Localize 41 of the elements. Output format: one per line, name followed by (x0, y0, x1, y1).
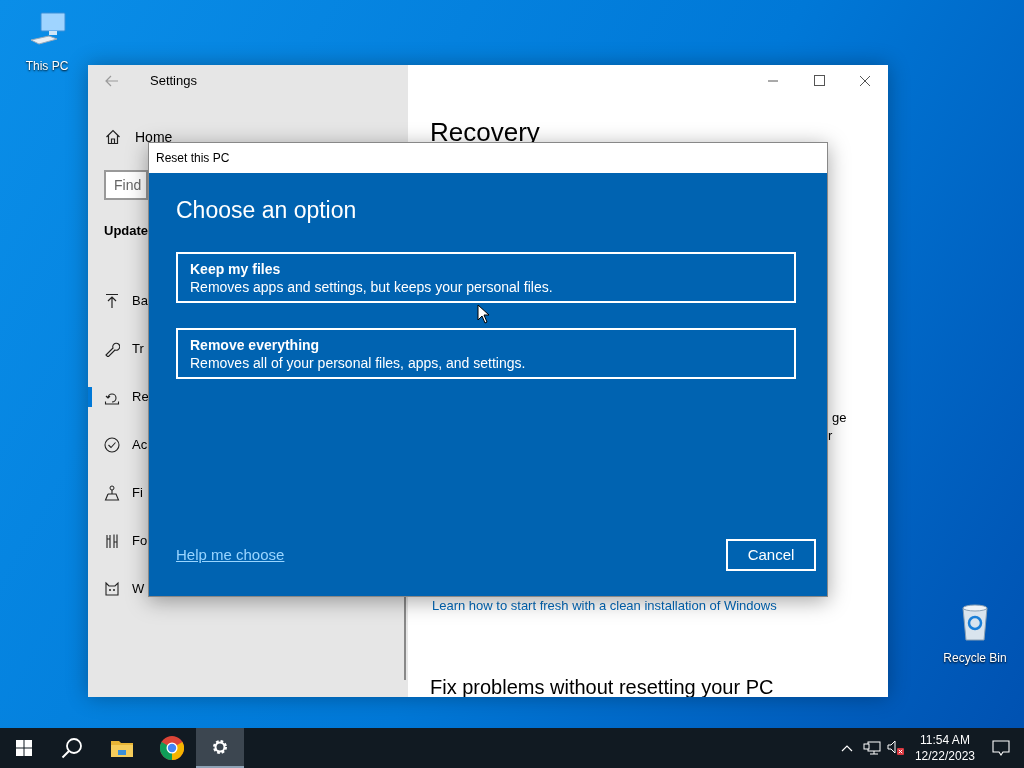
taskbar-button[interactable] (196, 728, 244, 768)
settings-icon (211, 738, 229, 756)
sidebar-item[interactable]: Re (132, 387, 149, 407)
option-button[interactable]: Keep my files Removes apps and settings, but keeps your personal files. (176, 252, 796, 303)
window-title: Settings (150, 72, 197, 91)
option-button[interactable]: Remove everything Removes all of your personal files, apps, and settings. (176, 328, 796, 379)
sidebar-item[interactable]: Ba (132, 291, 148, 311)
desktop-icon-label[interactable]: This PC (25, 57, 69, 75)
chevron-up-icon[interactable] (840, 744, 853, 752)
check-circle-icon (104, 437, 120, 453)
person-pin-icon (104, 485, 120, 501)
cat-icon (104, 581, 120, 597)
browser-icon (160, 736, 184, 760)
clock[interactable]: 11:54 AM 12/22/2023 (912, 732, 977, 764)
dialog-title: Reset this PC (156, 150, 230, 167)
network-icon[interactable] (862, 741, 881, 755)
sidebar-item[interactable]: W (132, 579, 145, 599)
dialog-heading: Choose an option (176, 196, 357, 225)
body-text: r (828, 427, 833, 445)
sidebar-item[interactable]: Ac (132, 435, 148, 455)
section-heading: Update (104, 222, 149, 240)
windows-logo-icon (16, 740, 32, 756)
folder-icon (111, 739, 133, 757)
muted-speaker-icon[interactable] (886, 740, 905, 756)
sidebar-item[interactable]: Fo (132, 531, 148, 551)
pointer-icon (477, 304, 491, 324)
link[interactable]: Learn how to start fresh with a clean installation of Windows (432, 596, 777, 616)
help-link[interactable]: Help me choose (176, 543, 285, 567)
tools-icon (104, 533, 120, 549)
notification-icon[interactable] (992, 740, 1010, 756)
page-title: Recovery (430, 117, 540, 147)
wrench-icon (104, 341, 120, 357)
search-icon (61, 737, 83, 759)
body-text: ge (832, 409, 847, 427)
sidebar-item[interactable]: Tr (132, 339, 144, 359)
desktop-icon-label[interactable]: Recycle Bin (943, 649, 1007, 667)
sidebar-item[interactable]: Fi (132, 483, 143, 503)
cancel-button[interactable]: Cancel (726, 539, 816, 571)
upload-icon (104, 293, 120, 309)
home-icon[interactable] (105, 129, 121, 145)
search-field[interactable]: Find (104, 170, 148, 200)
